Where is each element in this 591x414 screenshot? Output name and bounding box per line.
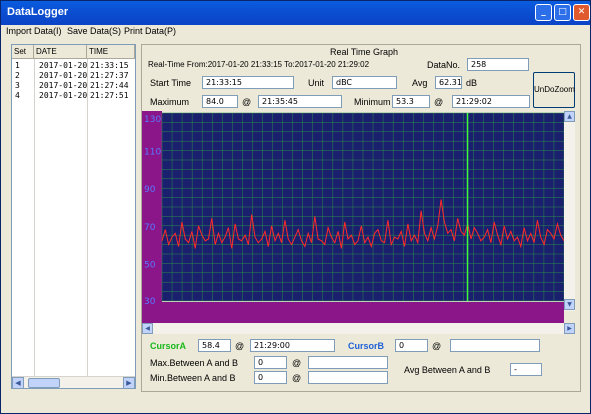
data-set-list[interactable]: Set DATE TIME 1 2017-01-20 21:33:15 2 20… [11,44,136,389]
menu-save[interactable]: Save Data(S) [67,26,121,36]
list-item[interactable]: 4 2017-01-20 21:27:51 [12,91,135,100]
time-cell: 21:27:37 [90,71,129,80]
scroll-thumb[interactable] [28,378,60,388]
cursor-b-time-field[interactable] [450,339,540,352]
menu-bar: Import Data(I) Save Data(S) Print Data(P… [1,25,590,39]
cursor-a-label: CursorA [150,341,187,351]
column-header-set[interactable]: Set [12,45,34,59]
avg-between-label: Avg Between A and B [404,365,491,375]
unit-label: Unit [308,78,325,88]
start-time-field[interactable]: 21:33:15 [202,76,294,89]
undo-zoom-button[interactable]: UnDoZoom [533,72,575,108]
max-between-at-symbol: @ [292,358,302,368]
list-horizontal-scrollbar[interactable]: ◀ ▶ [12,376,135,389]
y-axis-band [142,111,162,325]
scroll-right-icon[interactable]: ▶ [123,377,135,389]
y-tick-label: 70 [144,223,156,233]
time-cell: 21:27:44 [90,81,129,90]
cursor-b-value-field[interactable]: 0 [395,339,428,352]
app-window: DataLogger _ □ ✕ Import Data(I) Save Dat… [0,0,591,414]
range-text: Real-Time From:2017-01-20 21:33:15 To:20… [148,60,370,69]
scroll-left-icon[interactable]: ◀ [12,377,24,389]
data-no-field[interactable]: 258 [467,58,529,71]
scroll-left-icon[interactable]: ◀ [142,323,153,334]
avg-label: Avg [412,78,428,88]
minimum-label: Minimum [354,97,391,107]
date-cell: 2017-01-20 [39,81,88,90]
close-button[interactable]: ✕ [573,4,590,21]
y-tick-label: 90 [144,185,156,195]
minimize-button[interactable]: _ [535,4,552,21]
y-tick-label: 110 [144,148,161,158]
real-time-graph[interactable]: 130 110 90 70 50 30 [142,111,575,325]
cursor-a-time-field[interactable]: 21:29:00 [250,339,335,352]
date-cell: 2017-01-20 [39,91,88,100]
time-cell: 21:27:51 [90,91,129,100]
min-between-at-symbol: @ [292,373,302,383]
list-item[interactable]: 1 2017-01-20 21:33:15 [12,61,135,70]
maximize-button[interactable]: □ [554,4,571,21]
y-tick-label: 50 [144,260,156,270]
cursor-b-label: CursorB [348,341,385,351]
list-item[interactable]: 3 2017-01-20 21:27:44 [12,81,135,90]
title-bar: DataLogger _ □ ✕ [1,1,590,25]
avg-unit: dB [466,78,478,88]
cursor-b-at-symbol: @ [432,341,442,351]
min-between-value-field[interactable]: 0 [254,371,287,384]
min-time-field[interactable]: 21:29:02 [452,95,530,108]
unit-field[interactable]: dBC [332,76,397,89]
avg-field[interactable]: 62.31 [435,76,462,89]
y-tick-label: 30 [144,297,156,307]
time-cell: 21:33:15 [90,61,129,70]
date-cell: 2017-01-20 [39,71,88,80]
set-cell: 1 [15,61,20,70]
menu-print[interactable]: Print Data(P) [124,26,176,36]
column-divider [34,59,35,377]
graph-panel: Real Time Graph Real-Time From:2017-01-2… [141,44,581,392]
list-item[interactable]: 2 2017-01-20 21:27:37 [12,71,135,80]
max-time-field[interactable]: 21:35:45 [258,95,342,108]
column-header-time[interactable]: TIME [87,45,135,59]
scroll-down-icon[interactable]: ▼ [564,299,575,310]
max-between-time-field[interactable] [308,356,388,369]
graph-title: Real Time Graph [330,47,399,57]
scroll-up-icon[interactable]: ▲ [564,111,575,122]
min-at-symbol: @ [434,97,444,107]
max-at-symbol: @ [242,97,252,107]
x-axis-band [142,302,564,325]
cursor-a-value-field[interactable]: 58.4 [198,339,231,352]
menu-import[interactable]: Import Data(I) [6,26,62,36]
set-cell: 3 [15,81,20,90]
date-cell: 2017-01-20 [39,61,88,70]
max-between-label: Max.Between A and B [150,358,239,368]
start-time-label: Start Time [150,78,192,88]
column-divider [87,59,88,377]
cursor-a-at-symbol: @ [235,341,245,351]
minimum-field[interactable]: 53.3 [392,95,430,108]
y-tick-label: 130 [144,115,161,125]
set-cell: 2 [15,71,20,80]
set-cell: 4 [15,91,20,100]
scroll-right-icon[interactable]: ▶ [564,323,575,334]
graph-vertical-scrollbar[interactable]: ▲ ▼ [564,111,575,311]
maximum-label: Maximum [150,97,190,107]
min-between-time-field[interactable] [308,371,388,384]
avg-between-value-field[interactable]: - [510,363,542,376]
data-no-label: DataNo. [427,60,461,70]
graph-horizontal-scrollbar[interactable]: ◀ ▶ [142,323,575,334]
window-title: DataLogger [7,6,69,18]
column-header-date[interactable]: DATE [34,45,87,59]
maximum-field[interactable]: 84.0 [202,95,238,108]
max-between-value-field[interactable]: 0 [254,356,287,369]
min-between-label: Min.Between A and B [150,373,236,383]
